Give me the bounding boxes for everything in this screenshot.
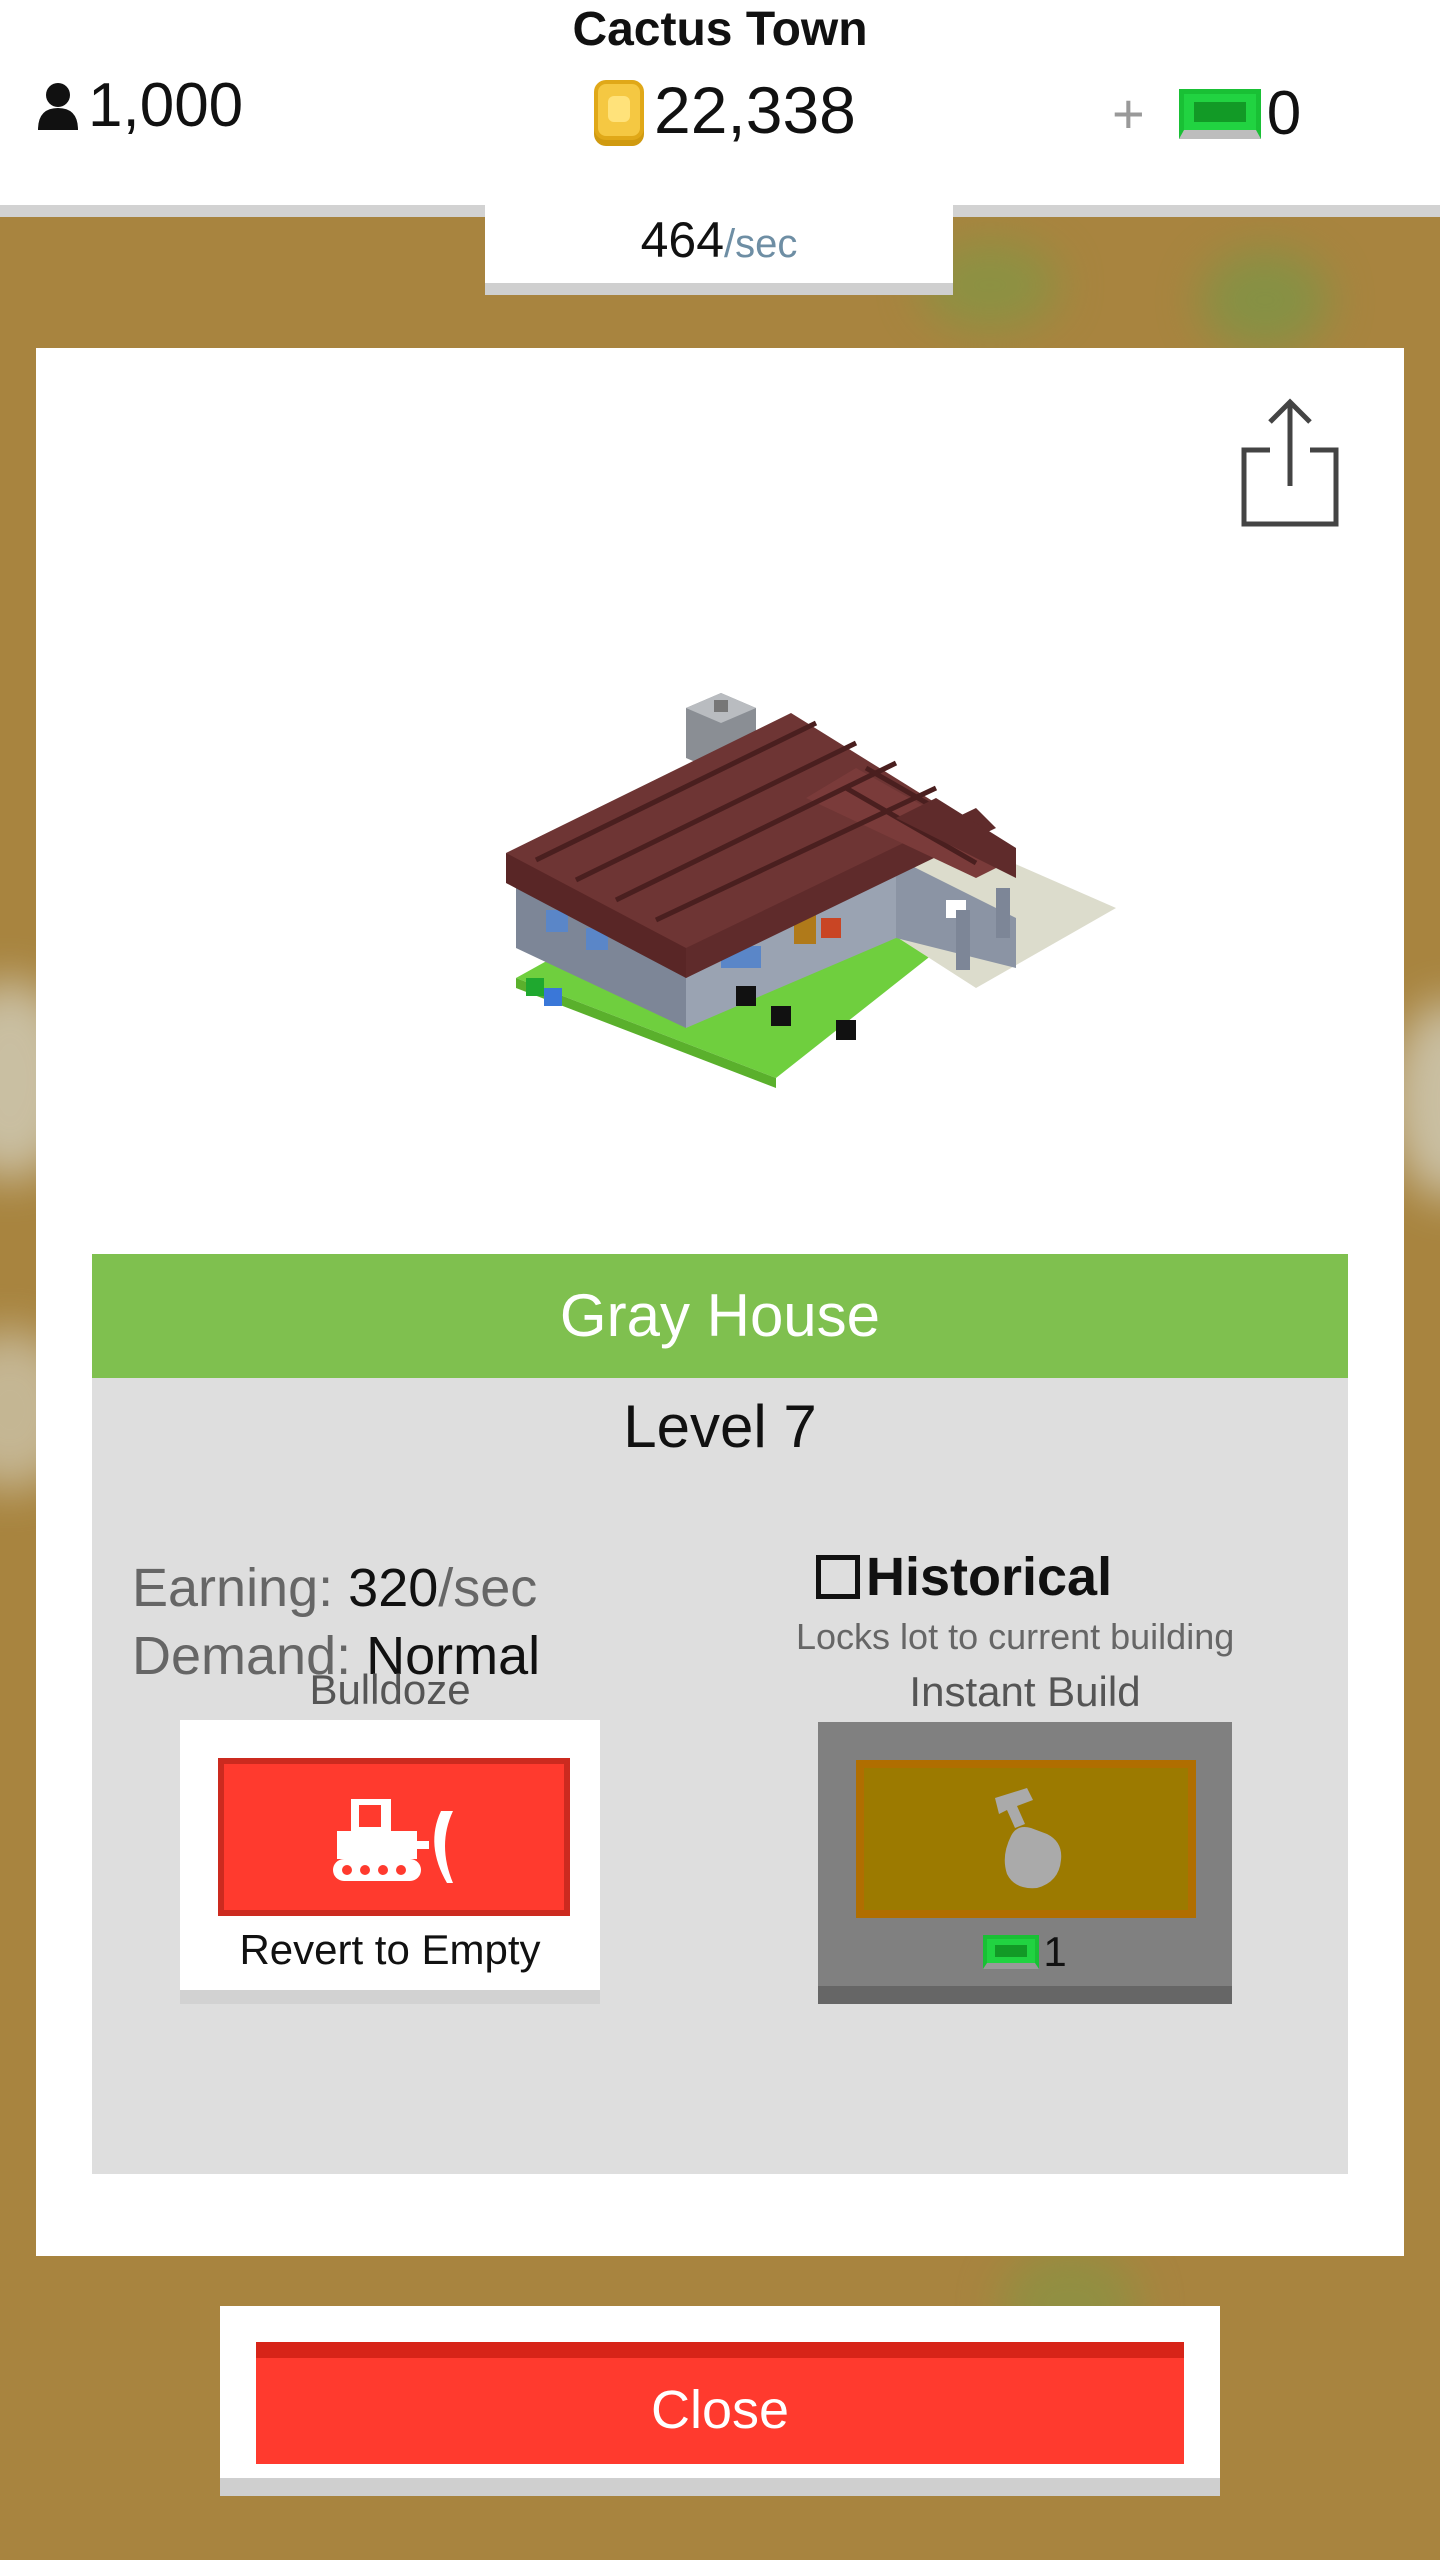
income-rate-value: 464 — [640, 212, 725, 268]
historical-label[interactable]: Historical — [866, 1546, 1112, 1608]
share-icon[interactable] — [1240, 398, 1340, 528]
hammer-hand-icon — [995, 1788, 1062, 1889]
cash-icon — [983, 1935, 1040, 1969]
earning-unit: /sec — [438, 1558, 538, 1618]
background-grass-blob — [1200, 250, 1330, 350]
coin-counter: 22,338 — [594, 72, 856, 148]
building-level: Level 7 — [623, 1393, 817, 1460]
population-counter: 1,000 — [36, 70, 243, 141]
earning-row: Earning: 320/sec — [132, 1554, 540, 1622]
gray-house-illustration — [506, 693, 1116, 1088]
earning-label: Earning: — [132, 1558, 334, 1618]
instant-build-button[interactable]: 1 — [818, 1722, 1232, 2004]
building-name: Gray House — [92, 1254, 1348, 1378]
building-modal: Gray House Level 7 Earning: 320/sec Dema… — [36, 348, 1404, 2256]
instant-build-caption: Instant Build — [909, 1668, 1141, 1715]
person-icon — [38, 82, 78, 130]
cash-icon — [1178, 88, 1261, 139]
cash-counter[interactable]: + 0 — [1112, 78, 1301, 149]
earning-value: 320 — [348, 1558, 439, 1618]
coin-value: 22,338 — [654, 73, 856, 147]
building-info-panel: Gray House Level 7 Earning: 320/sec Dema… — [92, 1254, 1348, 2174]
close-button-frame: Close — [220, 2306, 1220, 2496]
bulldozer-icon — [333, 1799, 453, 1883]
instant-build-cost: 1 — [818, 1928, 1232, 1976]
instant-build-cost-value: 1 — [1043, 1928, 1067, 1975]
income-rate-tab: 464/sec — [485, 205, 953, 295]
cash-value: 0 — [1266, 79, 1302, 148]
add-cash-button[interactable]: + — [1112, 81, 1145, 146]
bulldoze-button-face[interactable] — [218, 1758, 570, 1916]
historical-description: Locks lot to current building — [796, 1616, 1235, 1657]
historical-row[interactable]: Historical — [816, 1546, 1234, 1608]
income-rate-unit: /sec — [724, 222, 798, 266]
close-button[interactable]: Close — [256, 2342, 1184, 2464]
coin-icon — [594, 80, 644, 140]
historical-checkbox[interactable] — [816, 1555, 860, 1599]
population-value: 1,000 — [88, 71, 244, 140]
bulldoze-description: Revert to Empty — [239, 1926, 541, 1973]
town-name: Cactus Town — [572, 3, 868, 56]
bulldoze-caption: Bulldoze — [309, 1666, 471, 1713]
bulldoze-button[interactable]: Revert to Empty — [180, 1720, 600, 2004]
instant-build-button-face[interactable] — [856, 1760, 1196, 1918]
top-hud: Cactus Town 1,000 22,338 + 0 — [0, 0, 1440, 217]
historical-toggle[interactable]: Historical Locks lot to current building — [796, 1546, 1234, 1658]
